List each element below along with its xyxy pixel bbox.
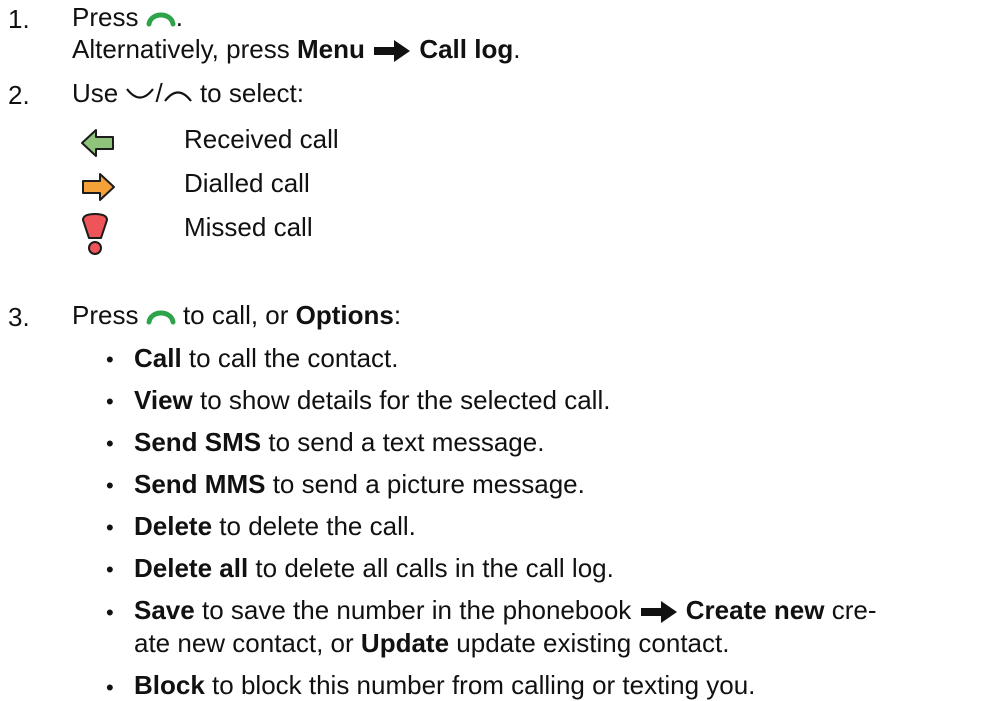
call-key-icon: [146, 310, 176, 325]
legend-dialled-label: Dialled call: [184, 168, 310, 198]
option-delete: Delete to delete the call.: [134, 513, 416, 539]
menu-term: Menu: [296, 34, 365, 64]
option-text: to send a picture message.: [272, 469, 585, 499]
option-text-continued: cre-: [831, 595, 877, 625]
manual-page: 1. Press . Alternatively, press Menu Cal…: [0, 0, 990, 700]
option-term: Send SMS: [134, 427, 262, 457]
option-save-line2: ate new contact, or Update update existi…: [134, 630, 729, 656]
option-block: Block to block this number from calling …: [134, 672, 755, 698]
option-text: to show details for the selected call.: [200, 385, 611, 415]
option-term: Send MMS: [134, 469, 266, 499]
scroll-up-key-icon: [163, 91, 192, 102]
step-2-suffix: to select:: [199, 78, 305, 108]
legend-received-label: Received call: [184, 124, 339, 154]
step-1-line: Press .: [72, 4, 183, 30]
option-delete-all: Delete all to delete all calls in the ca…: [134, 555, 614, 581]
bullet: •: [106, 431, 114, 456]
legend-missed-label: Missed call: [184, 212, 313, 242]
create-new-term: Create new: [685, 595, 825, 625]
option-term: Delete: [134, 511, 213, 541]
right-arrow-icon: [640, 601, 677, 624]
step-3-number: 3.: [8, 302, 30, 332]
right-arrow-icon: [374, 40, 411, 63]
option-send-mms: Send MMS to send a picture message.: [134, 471, 585, 497]
scroll-down-key-icon: [126, 88, 155, 99]
step-1-suffix: .: [175, 2, 183, 32]
call-log-term: Call log: [419, 34, 514, 64]
options-term: Options: [295, 300, 394, 330]
option-view: View to show details for the selected ca…: [134, 387, 610, 413]
step-3-suffix: :: [393, 300, 402, 330]
step-1-number: 1.: [8, 4, 30, 34]
received-call-arrow-icon: [81, 129, 114, 157]
option-text: to delete the call.: [219, 511, 416, 541]
update-term: Update: [360, 628, 450, 658]
option-term: Block: [134, 670, 205, 700]
option-save: Save to save the number in the phonebook…: [134, 597, 877, 624]
step-1-alt-line: Alternatively, press Menu Call log.: [72, 36, 520, 63]
option-text: to block this number from calling or tex…: [212, 670, 756, 700]
option-text: ate new contact, or: [134, 628, 354, 658]
option-text: to delete all calls in the call log.: [255, 553, 614, 583]
step-2-line: Use / to select:: [72, 80, 304, 106]
option-send-sms: Send SMS to send a text message.: [134, 429, 544, 455]
step-3-prefix: Press: [72, 300, 139, 330]
bullet: •: [106, 473, 114, 498]
bullet: •: [106, 675, 114, 700]
option-text: to save the number in the phonebook: [201, 595, 632, 625]
option-call: Call to call the contact.: [134, 345, 398, 371]
bullet: •: [106, 515, 114, 540]
step-2-number: 2.: [8, 80, 30, 110]
option-text: update existing contact.: [456, 628, 730, 658]
bullet: •: [106, 389, 114, 414]
option-term: Save: [134, 595, 195, 625]
bullet: •: [106, 600, 114, 625]
step-1-alt-prefix: Alternatively, press: [72, 34, 290, 64]
dialled-call-arrow-icon: [82, 173, 115, 201]
step-3-line: Press to call, or Options:: [72, 302, 401, 328]
missed-call-exclamation-icon: [82, 213, 108, 255]
option-term: Call: [134, 343, 182, 373]
option-text: to call the contact.: [188, 343, 399, 373]
call-key-icon: [146, 12, 176, 27]
bullet: •: [106, 557, 114, 582]
step-2-slash: /: [155, 78, 163, 108]
step-1-prefix: Press: [72, 2, 139, 32]
option-term: View: [134, 385, 193, 415]
option-text: to send a text message.: [268, 427, 545, 457]
option-term: Delete all: [134, 553, 249, 583]
bullet: •: [106, 347, 114, 372]
step-3-middle: to call, or: [182, 300, 289, 330]
step-2-prefix: Use: [72, 78, 119, 108]
step-1-alt-suffix: .: [513, 34, 521, 64]
